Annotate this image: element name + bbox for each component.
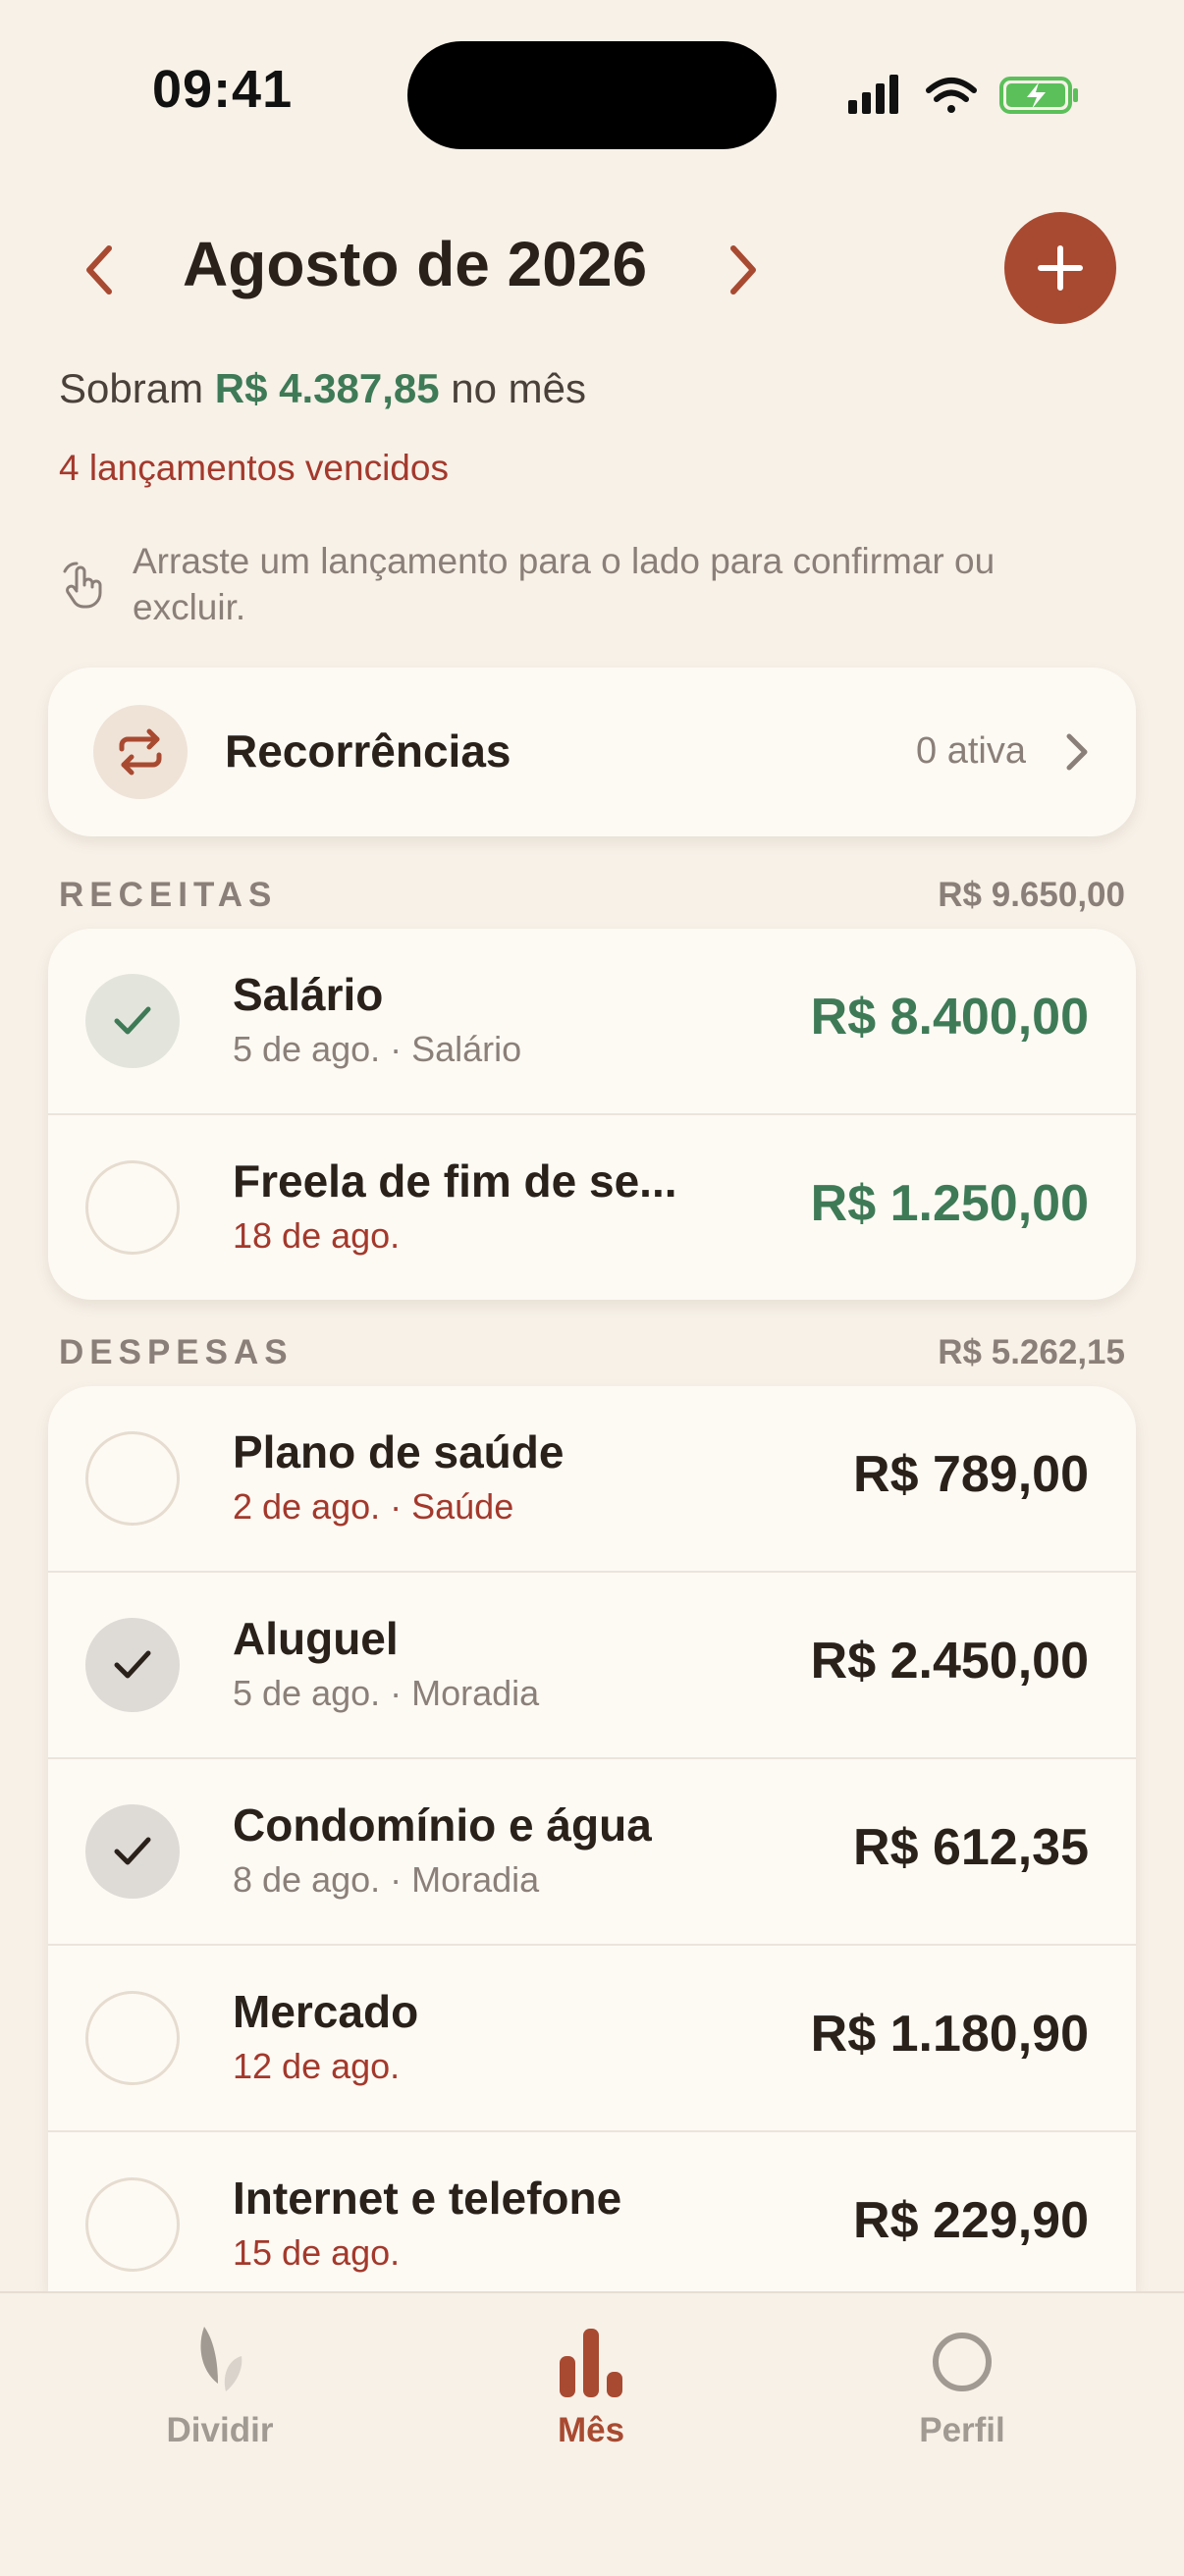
- checkmark-icon: [114, 1006, 151, 1035]
- entry-subtitle: 2 de ago. · Saúde: [233, 1486, 514, 1527]
- signal-icon: [848, 75, 898, 114]
- tab-label: Mês: [557, 2411, 625, 2449]
- chevron-right-icon: [1066, 733, 1088, 771]
- recurrence-icon-badge: [93, 705, 188, 799]
- entry-subtitle: 5 de ago. · Salário: [233, 1029, 522, 1069]
- recurrences-label: Recorrências: [225, 725, 511, 777]
- recurrences-card[interactable]: Recorrências 0 ativa: [48, 668, 1136, 836]
- entry-title: Plano de saúde: [233, 1426, 565, 1477]
- list-item[interactable]: Condomínio e água 8 de ago. · Moradia R$…: [48, 1759, 1136, 1946]
- wifi-icon: [926, 78, 977, 113]
- entry-title: Internet e telefone: [233, 2173, 622, 2224]
- entry-subtitle: 15 de ago.: [233, 2232, 401, 2273]
- income-section-total: R$ 9.650,00: [938, 876, 1125, 914]
- list-item[interactable]: Aluguel 5 de ago. · Moradia R$ 2.450,00: [48, 1573, 1136, 1759]
- entry-subtitle: 12 de ago.: [233, 2046, 401, 2086]
- status-time: 09:41: [152, 60, 294, 119]
- chevron-right-icon: [730, 245, 756, 295]
- overdue-link[interactable]: 4 lançamentos vencidos: [59, 448, 449, 489]
- entry-title: Salário: [233, 969, 384, 1020]
- battery-icon: [999, 77, 1078, 114]
- recurrences-count: 0 ativa: [916, 730, 1026, 772]
- swipe-hand-icon: [63, 562, 102, 609]
- entry-amount: R$ 789,00: [853, 1446, 1089, 1503]
- entry-amount: R$ 612,35: [853, 1819, 1089, 1876]
- entry-amount: R$ 229,90: [853, 2192, 1089, 2249]
- swipe-hint-text: Arraste um lançamento para o lado para c…: [133, 541, 996, 627]
- summary-amount: R$ 4.387,85: [214, 365, 440, 411]
- next-month-button[interactable]: [709, 236, 778, 304]
- month-balance-summary: Sobram R$ 4.387,85 no mês: [59, 365, 586, 412]
- confirm-toggle[interactable]: [85, 1431, 180, 1526]
- expenses-section-total: R$ 5.262,15: [938, 1333, 1125, 1371]
- entry-subtitle: 5 de ago. · Moradia: [233, 1673, 540, 1713]
- repeat-icon: [119, 728, 162, 776]
- add-entry-button[interactable]: [1004, 212, 1116, 324]
- chevron-left-icon: [86, 245, 112, 295]
- checkmark-icon: [114, 1837, 151, 1865]
- confirm-toggle[interactable]: [85, 1618, 180, 1712]
- page-title: Agosto de 2026: [183, 229, 648, 299]
- tab-dividir[interactable]: Dividir: [122, 2293, 318, 2490]
- tab-bar: Dividir Mês Perfil: [0, 2291, 1184, 2576]
- summary-suffix: no mês: [451, 365, 586, 411]
- profile-circle-icon: [933, 2333, 992, 2391]
- list-item[interactable]: Freela de fim de se... 18 de ago. R$ 1.2…: [48, 1115, 1136, 1300]
- list-item[interactable]: Plano de saúde 2 de ago. · Saúde R$ 789,…: [48, 1386, 1136, 1573]
- entry-subtitle: 18 de ago.: [233, 1215, 401, 1256]
- entry-amount: R$ 1.180,90: [810, 2006, 1089, 2063]
- leaf-icon: [200, 2327, 242, 2391]
- summary-prefix: Sobram: [59, 365, 204, 411]
- expenses-section-header: DESPESAS R$ 5.262,15: [59, 1333, 1125, 1376]
- plus-icon: [1038, 245, 1083, 291]
- list-item[interactable]: Internet e telefone 15 de ago. R$ 229,90: [48, 2132, 1136, 2291]
- entry-amount: R$ 1.250,00: [810, 1175, 1089, 1232]
- income-list: Salário 5 de ago. · Salário R$ 8.400,00 …: [48, 929, 1136, 1300]
- entry-title: Freela de fim de se...: [233, 1155, 677, 1207]
- expenses-section-title: DESPESAS: [59, 1333, 294, 1371]
- confirm-toggle[interactable]: [85, 1160, 180, 1255]
- tab-label: Perfil: [919, 2411, 1005, 2449]
- entry-amount: R$ 8.400,00: [810, 989, 1089, 1046]
- entry-subtitle: 8 de ago. · Moradia: [233, 1859, 540, 1900]
- list-item[interactable]: Mercado 12 de ago. R$ 1.180,90: [48, 1946, 1136, 2132]
- tab-mes[interactable]: Mês: [493, 2293, 689, 2490]
- expenses-list: Plano de saúde 2 de ago. · Saúde R$ 789,…: [48, 1386, 1136, 2291]
- bar-chart-icon: [560, 2329, 622, 2397]
- tab-label: Dividir: [166, 2411, 274, 2449]
- confirm-toggle[interactable]: [85, 1991, 180, 2085]
- checkmark-icon: [114, 1650, 151, 1679]
- confirm-toggle[interactable]: [85, 2177, 180, 2272]
- entry-amount: R$ 2.450,00: [810, 1633, 1089, 1690]
- confirm-toggle[interactable]: [85, 974, 180, 1068]
- income-section-title: RECEITAS: [59, 876, 278, 914]
- dynamic-island: [407, 41, 777, 149]
- status-icons: [846, 71, 1082, 120]
- income-section-header: RECEITAS R$ 9.650,00: [59, 876, 1125, 919]
- previous-month-button[interactable]: [65, 236, 134, 304]
- entry-title: Aluguel: [233, 1613, 399, 1664]
- tab-perfil[interactable]: Perfil: [864, 2293, 1060, 2490]
- entry-title: Mercado: [233, 1986, 419, 2037]
- list-item[interactable]: Salário 5 de ago. · Salário R$ 8.400,00: [48, 929, 1136, 1115]
- entry-title: Condomínio e água: [233, 1799, 652, 1851]
- confirm-toggle[interactable]: [85, 1804, 180, 1899]
